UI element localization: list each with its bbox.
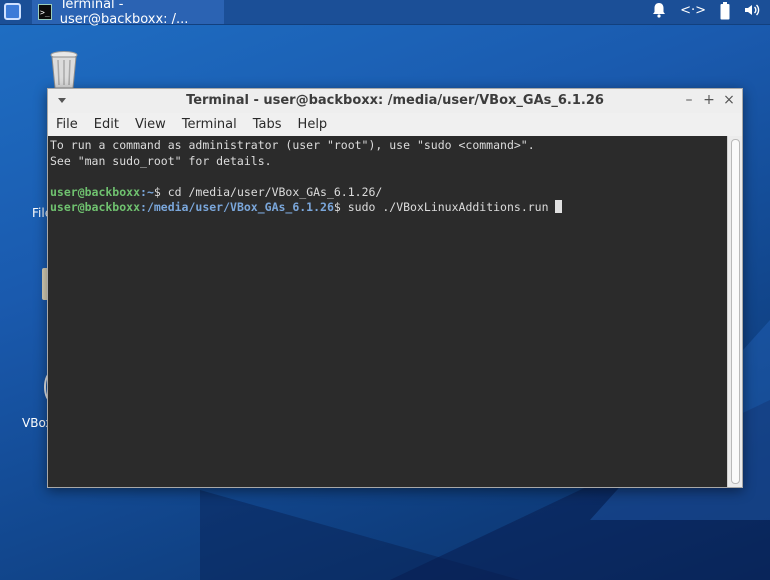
maximize-icon[interactable]: +: [702, 92, 716, 108]
volume-icon[interactable]: [744, 2, 760, 20]
taskbar-title: Terminal - user@backboxx: /...: [59, 0, 189, 27]
scrollbar-thumb[interactable]: [731, 139, 740, 484]
window-titlebar[interactable]: Terminal - user@backboxx: /media/user/VB…: [48, 89, 742, 113]
terminal-line: See "man sudo_root" for details.: [50, 153, 272, 168]
terminal-area[interactable]: To run a command as administrator (user …: [48, 136, 742, 487]
close-icon[interactable]: ×: [722, 92, 736, 108]
trash-icon[interactable]: [48, 50, 80, 90]
minimize-icon[interactable]: –: [682, 92, 696, 108]
menu-terminal[interactable]: Terminal: [178, 117, 243, 132]
menu-bar: File Edit View Terminal Tabs Help: [48, 113, 742, 135]
network-icon[interactable]: <·>: [680, 2, 706, 20]
scrollbar[interactable]: [727, 136, 742, 487]
prompt-path: :~: [140, 184, 154, 199]
app-menu-icon[interactable]: [4, 3, 21, 20]
text-cursor: [555, 200, 563, 213]
menu-file[interactable]: File: [52, 117, 84, 132]
bell-icon[interactable]: [652, 2, 666, 20]
terminal-icon: >_: [38, 4, 52, 20]
prompt-user: user@backboxx: [50, 200, 141, 214]
menu-edit[interactable]: Edit: [90, 117, 125, 132]
prompt-command: $ sudo ./VBoxLinuxAdditions.run: [333, 200, 556, 214]
wallpaper-facet: [200, 490, 520, 580]
prompt-command: $ cd /media/user/VBox_GAs_6.1.26/: [153, 184, 383, 199]
system-tray: <·>: [652, 2, 760, 20]
terminal-line: To run a command as administrator (user …: [50, 138, 535, 152]
top-panel: >_ Terminal - user@backboxx: /... <·>: [0, 0, 770, 27]
menu-tabs[interactable]: Tabs: [249, 117, 288, 132]
prompt-user: user@backboxx: [50, 184, 141, 199]
terminal-window: Terminal - user@backboxx: /media/user/VB…: [47, 88, 743, 488]
terminal-output[interactable]: To run a command as administrator (user …: [50, 138, 563, 216]
menu-view[interactable]: View: [131, 117, 172, 132]
menu-help[interactable]: Help: [294, 117, 334, 132]
battery-icon[interactable]: [720, 2, 730, 20]
taskbar-terminal-button[interactable]: >_ Terminal - user@backboxx: /...: [32, 0, 224, 27]
prompt-path: :/media/user/VBox_GAs_6.1.26: [140, 200, 334, 214]
window-title: Terminal - user@backboxx: /media/user/VB…: [186, 93, 604, 108]
